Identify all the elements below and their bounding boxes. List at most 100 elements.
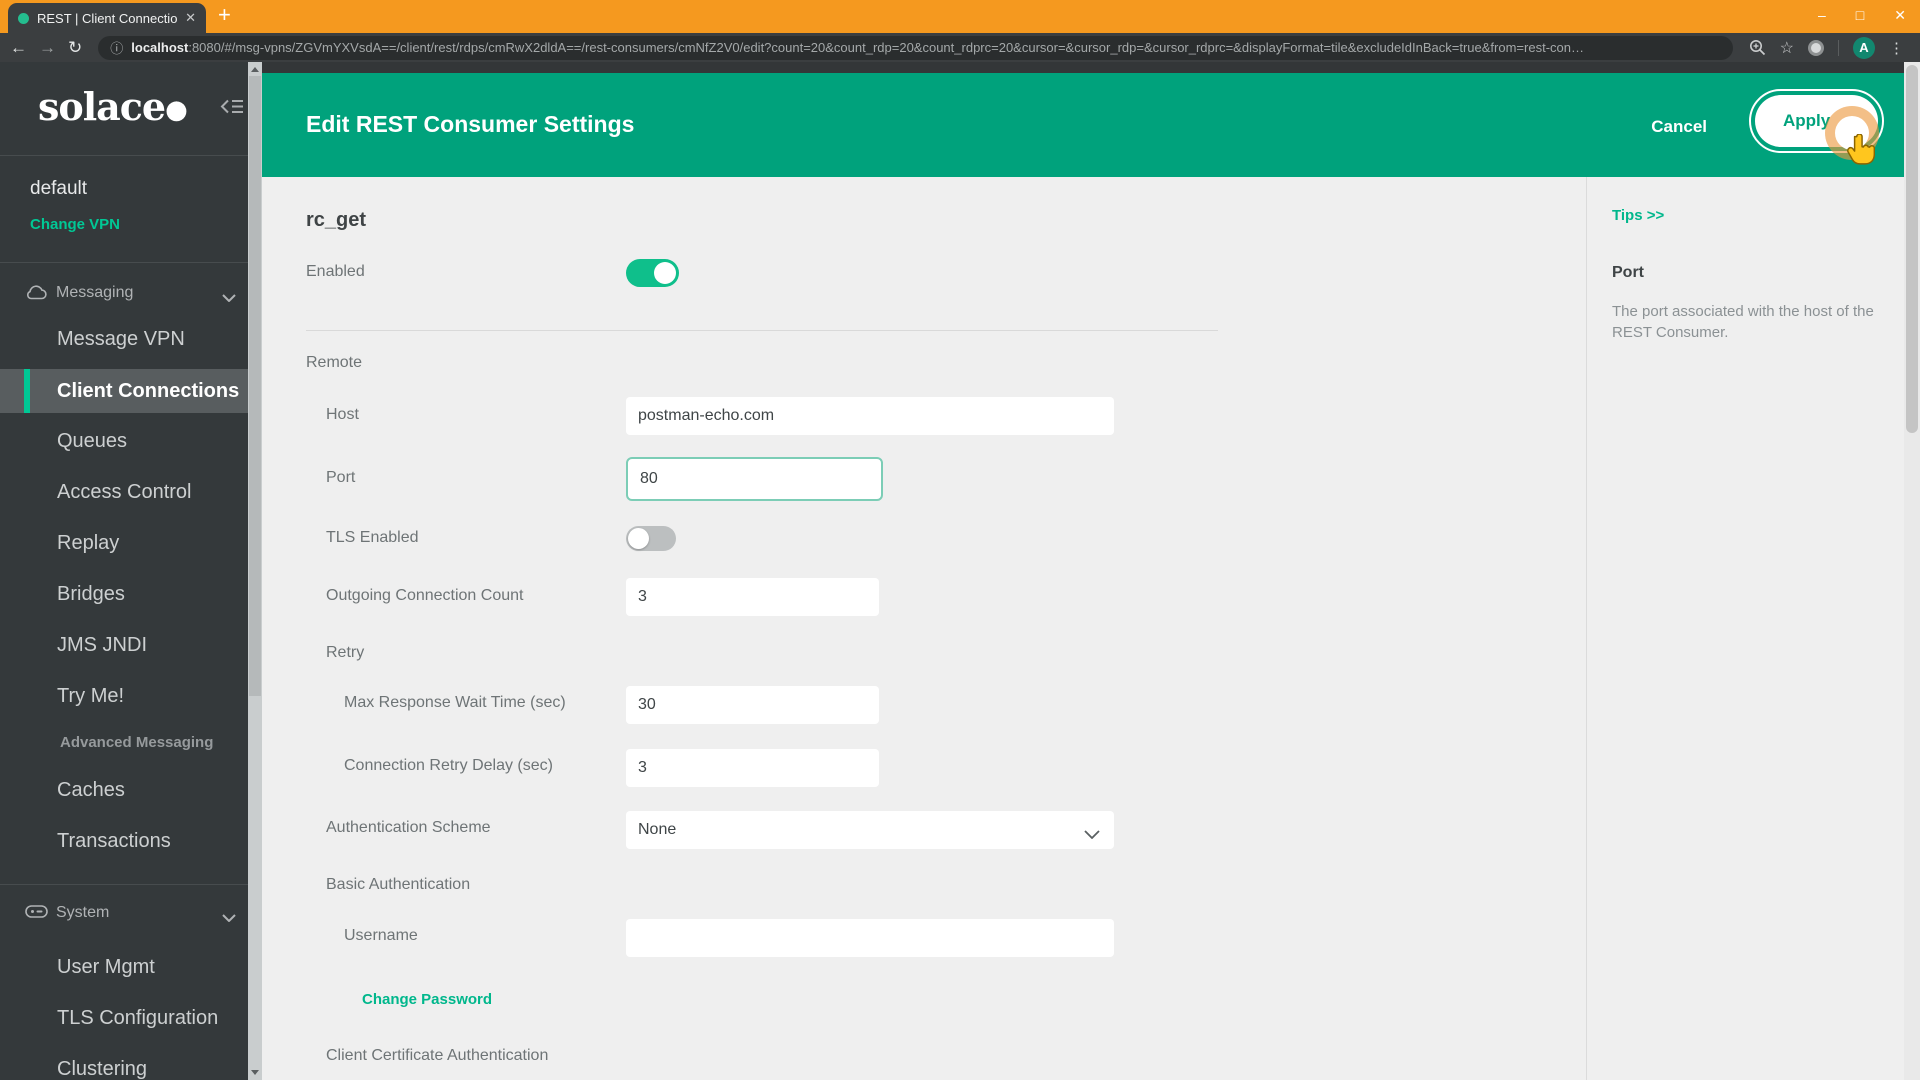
selected-indicator-bar	[24, 369, 30, 413]
sidebar-item-transactions[interactable]: Transactions	[57, 830, 171, 853]
refresh-icon[interactable]: ↻	[68, 39, 82, 56]
tips-panel-divider	[1586, 177, 1587, 1080]
url-path: :8080/#/msg-vpns/ZGVmYXVsdA==/client/res…	[188, 40, 1584, 55]
retry-section-label: Retry	[326, 644, 365, 661]
basic-authentication-section-label: Basic Authentication	[326, 876, 471, 893]
sidebar-divider	[0, 262, 248, 263]
port-input[interactable]	[626, 457, 883, 501]
zoom-icon[interactable]	[1749, 39, 1766, 56]
sidebar-item-caches[interactable]: Caches	[57, 779, 125, 802]
outgoing-connection-count-input[interactable]	[626, 578, 879, 616]
browser-menu-icon[interactable]: ⋮	[1889, 39, 1904, 57]
page-scrollbar[interactable]	[1904, 62, 1920, 1080]
sidebar-item-bridges[interactable]: Bridges	[57, 583, 125, 606]
sidebar-item-tls-configuration[interactable]: TLS Configuration	[57, 1007, 218, 1030]
main-content: Edit REST Consumer Settings Cancel Apply…	[262, 62, 1904, 1080]
solace-logo-dot: ●	[165, 95, 188, 125]
authentication-scheme-select[interactable]: None	[626, 811, 1114, 849]
scroll-up-arrow-icon[interactable]	[251, 67, 259, 72]
enabled-toggle[interactable]	[626, 259, 679, 287]
connection-retry-delay-label: Connection Retry Delay (sec)	[344, 757, 553, 774]
sidebar-collapse-icon[interactable]	[220, 98, 244, 120]
chevron-down-icon[interactable]	[222, 909, 236, 927]
sidebar-item-replay[interactable]: Replay	[57, 532, 119, 555]
sidebar-item-access-control[interactable]: Access Control	[57, 481, 192, 504]
page-info-icon[interactable]: ⓘ	[110, 38, 123, 57]
hand-cursor-icon	[1847, 133, 1876, 171]
sidebar-item-advanced-messaging[interactable]: Advanced Messaging	[60, 734, 213, 751]
sidebar-item-user-mgmt[interactable]: User Mgmt	[57, 956, 155, 979]
page-title: Edit REST Consumer Settings	[306, 111, 635, 137]
form-panel: rc_get Enabled Remote Host Port TLS Enab…	[262, 177, 1904, 1080]
extension-icon[interactable]	[1808, 39, 1824, 56]
section-label: Messaging	[56, 284, 134, 301]
scrollbar-thumb[interactable]	[249, 76, 261, 696]
toolbar-divider	[1838, 39, 1839, 56]
maximize-button[interactable]: □	[1856, 5, 1864, 25]
scroll-down-arrow-icon[interactable]	[251, 1070, 259, 1075]
authentication-scheme-label: Authentication Scheme	[326, 819, 491, 836]
tips-link[interactable]: Tips >>	[1612, 207, 1664, 224]
tips-body-text: The port associated with the host of the…	[1612, 303, 1874, 341]
max-response-wait-input[interactable]	[626, 686, 879, 724]
solace-logo: solace●	[38, 84, 188, 129]
tips-heading: Port	[1612, 264, 1644, 281]
sidebar-section-system[interactable]: System	[0, 902, 248, 924]
bookmark-star-icon[interactable]: ☆	[1780, 38, 1794, 58]
tab-favicon-icon	[18, 12, 29, 24]
scrollbar-thumb[interactable]	[1906, 65, 1918, 433]
forward-icon[interactable]: →	[39, 39, 56, 56]
url-text: localhost:8080/#/msg-vpns/ZGVmYXVsdA==/c…	[131, 40, 1584, 55]
sidebar-divider	[0, 884, 248, 885]
new-tab-button[interactable]: +	[218, 2, 231, 28]
chevron-down-icon	[1084, 826, 1100, 844]
sidebar-item-try-me[interactable]: Try Me!	[57, 685, 124, 708]
toolbar-right: ☆ A ⋮	[1749, 36, 1910, 59]
cancel-button[interactable]: Cancel	[1651, 117, 1707, 137]
selected-option: None	[638, 821, 677, 838]
host-input[interactable]	[626, 397, 1114, 435]
outgoing-connection-count-label: Outgoing Connection Count	[326, 587, 524, 604]
sidebar-item-client-connections[interactable]: Client Connections	[0, 369, 248, 413]
sidebar-scrollbar[interactable]	[248, 62, 262, 1080]
section-divider	[306, 330, 1218, 331]
change-password-link[interactable]: Change Password	[362, 991, 492, 1008]
sidebar-item-message-vpn[interactable]: Message VPN	[57, 328, 185, 351]
sidebar-section-messaging[interactable]: Messaging	[0, 282, 248, 304]
sidebar-item-jms-jndi[interactable]: JMS JNDI	[57, 634, 147, 657]
sidebar-item-clustering[interactable]: Clustering	[57, 1058, 147, 1080]
client-certificate-section-label: Client Certificate Authentication	[326, 1047, 549, 1064]
system-icon	[25, 905, 48, 923]
toggle-knob	[654, 262, 676, 284]
sidebar-item-queues[interactable]: Queues	[57, 430, 127, 453]
browser-window: REST | Client Connections ✕ + – □ ✕ ← → …	[0, 0, 1920, 1080]
change-vpn-link[interactable]: Change VPN	[30, 216, 120, 233]
cloud-icon	[25, 285, 48, 305]
tab-close-icon[interactable]: ✕	[185, 10, 196, 26]
username-input[interactable]	[626, 919, 1114, 957]
browser-tab[interactable]: REST | Client Connections ✕	[8, 3, 206, 33]
username-label: Username	[344, 927, 418, 944]
remote-section-label: Remote	[306, 354, 363, 371]
tab-title: REST | Client Connections	[37, 10, 178, 26]
window-controls: – □ ✕	[1818, 5, 1906, 25]
profile-avatar[interactable]: A	[1853, 36, 1875, 59]
browser-toolbar: ← → ↻ ⓘ localhost:8080/#/msg-vpns/ZGVmYX…	[0, 33, 1920, 62]
minimize-button[interactable]: –	[1818, 5, 1826, 25]
toggle-knob	[628, 528, 649, 549]
max-response-wait-label: Max Response Wait Time (sec)	[344, 694, 566, 711]
sidebar-divider	[0, 155, 248, 156]
chevron-down-icon[interactable]	[222, 289, 236, 307]
tls-enabled-toggle[interactable]	[626, 526, 676, 551]
url-host: localhost	[131, 40, 189, 55]
back-icon[interactable]: ←	[10, 39, 27, 56]
browser-titlebar: REST | Client Connections ✕ + – □ ✕	[0, 0, 1920, 33]
url-bar[interactable]: ⓘ localhost:8080/#/msg-vpns/ZGVmYXVsdA==…	[98, 35, 1733, 60]
section-label: System	[56, 904, 110, 921]
current-vpn-name: default	[30, 178, 88, 199]
close-button[interactable]: ✕	[1894, 5, 1906, 25]
host-label: Host	[326, 406, 359, 423]
connection-retry-delay-input[interactable]	[626, 749, 879, 787]
sidebar: solace● default Change VPN Messaging Mes…	[0, 62, 248, 1080]
enabled-label: Enabled	[306, 263, 365, 280]
